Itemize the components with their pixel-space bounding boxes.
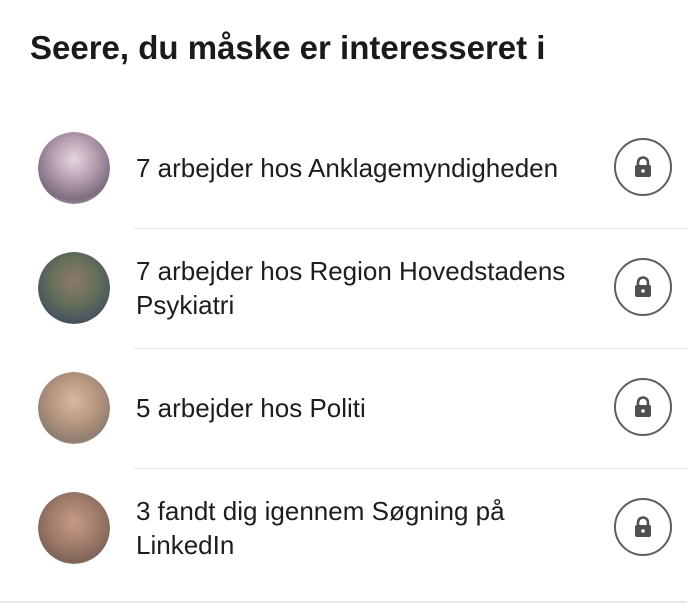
list-item[interactable]: 7 arbejder hos Region Hovedstadens Psyki… xyxy=(0,228,687,348)
divider xyxy=(0,601,687,603)
lock-icon xyxy=(635,276,651,297)
viewer-list: 7 arbejder hos Anklagemyndigheden 7 arbe… xyxy=(0,108,687,588)
viewers-panel: Seere, du måske er interesseret i 7 arbe… xyxy=(0,0,687,606)
lock-button[interactable] xyxy=(614,498,672,556)
avatar[interactable] xyxy=(38,132,110,204)
avatar[interactable] xyxy=(38,252,110,324)
lock-icon xyxy=(635,396,651,417)
list-item[interactable]: 5 arbejder hos Politi xyxy=(0,348,687,468)
lock-icon xyxy=(635,516,651,537)
section-title: Seere, du måske er interesseret i xyxy=(30,29,546,66)
lock-button[interactable] xyxy=(614,258,672,316)
list-item[interactable]: 3 fandt dig igennem Søgning på LinkedIn xyxy=(0,468,687,588)
list-item-text: 5 arbejder hos Politi xyxy=(136,393,366,423)
avatar[interactable] xyxy=(38,372,110,444)
list-item-text: 7 arbejder hos Region Hovedstadens Psyki… xyxy=(136,256,566,320)
lock-button[interactable] xyxy=(614,138,672,196)
list-item-text: 3 fandt dig igennem Søgning på LinkedIn xyxy=(136,496,505,560)
lock-icon xyxy=(635,156,651,177)
avatar[interactable] xyxy=(38,492,110,564)
list-item-text: 7 arbejder hos Anklagemyndigheden xyxy=(136,153,559,183)
list-item[interactable]: 7 arbejder hos Anklagemyndigheden xyxy=(0,108,687,228)
lock-button[interactable] xyxy=(614,378,672,436)
